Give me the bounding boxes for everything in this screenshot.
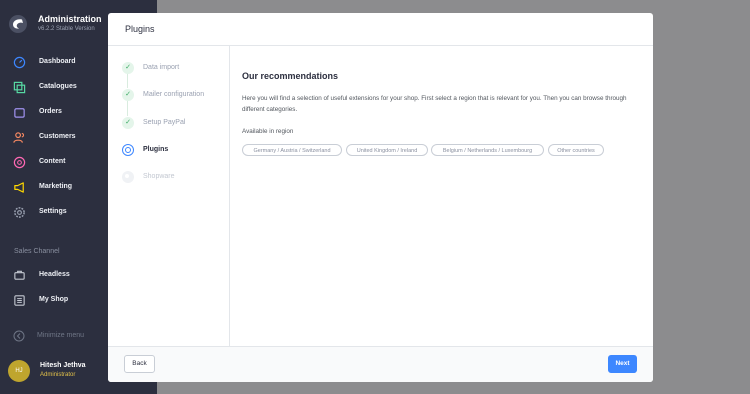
- step-setup-paypal[interactable]: ✓ Setup PayPal: [122, 117, 227, 131]
- back-button[interactable]: Back: [124, 355, 155, 373]
- nav-label-marketing: Marketing: [39, 183, 73, 190]
- step-shopware[interactable]: Shopware: [122, 171, 227, 185]
- step-label: Setup PayPal: [143, 119, 186, 126]
- app-version: v6.2.2 Stable Version: [38, 26, 95, 32]
- pending-step-icon: [122, 171, 134, 183]
- check-icon: ✓: [122, 117, 134, 129]
- region-selector: Germany / Austria / Switzerland United K…: [242, 144, 652, 158]
- minimize-menu-label: Minimize menu: [37, 332, 85, 339]
- region-chip-uk-ireland[interactable]: United Kingdom / Ireland: [346, 144, 428, 156]
- step-label: Plugins: [143, 146, 169, 153]
- plugins-content: Our recommendations Here you will find a…: [230, 46, 653, 346]
- nav-label-catalogues: Catalogues: [39, 83, 77, 90]
- sales-channel-my-shop-label: My Shop: [39, 296, 69, 303]
- step-label: Mailer configuration: [143, 91, 205, 98]
- sales-channel-headless-label: Headless: [39, 271, 70, 278]
- nav-label-content: Content: [39, 158, 66, 165]
- marketing-icon: [14, 182, 24, 193]
- content-icon: [13, 156, 26, 169]
- user-name: Hitesh Jethva: [40, 362, 86, 369]
- region-chip-benelux[interactable]: Belgium / Netherlands / Luxembourg: [431, 144, 544, 156]
- step-label: Data import: [143, 64, 180, 71]
- modal-header: Plugins: [108, 13, 653, 46]
- wizard-steps: ✓ Data import ✓ Mailer configuration ✓ S…: [108, 46, 230, 346]
- recommendations-description: Here you will find a selection of useful…: [242, 95, 627, 113]
- nav-label-orders: Orders: [39, 108, 62, 115]
- step-mailer-configuration[interactable]: ✓ Mailer configuration: [122, 89, 227, 103]
- settings-icon: [14, 207, 25, 218]
- customers-icon: [13, 132, 25, 143]
- app-name: Administration: [38, 14, 102, 24]
- region-label: Available in region: [242, 128, 294, 135]
- step-plugins[interactable]: Plugins: [122, 144, 227, 158]
- check-icon: ✓: [122, 62, 134, 74]
- headless-channel-icon: [14, 270, 25, 280]
- minimize-icon: [13, 330, 25, 342]
- user-role: Administrator: [40, 372, 76, 378]
- nav-label-dashboard: Dashboard: [39, 58, 76, 65]
- active-step-icon: [122, 144, 134, 156]
- shopware-logo-icon: [9, 15, 27, 33]
- modal-footer: Back Next: [108, 346, 653, 382]
- region-chip-dach[interactable]: Germany / Austria / Switzerland: [242, 144, 342, 156]
- step-data-import[interactable]: ✓ Data import: [122, 62, 227, 76]
- catalogues-icon: [13, 81, 26, 94]
- nav-label-customers: Customers: [39, 133, 76, 140]
- first-run-wizard-modal: Plugins ✓ Data import ✓ Mailer configura…: [108, 13, 653, 382]
- step-label: Shopware: [143, 173, 175, 180]
- region-chip-other[interactable]: Other countries: [548, 144, 604, 156]
- modal-title: Plugins: [125, 24, 155, 34]
- recommendations-title: Our recommendations: [242, 71, 339, 81]
- sales-channel-title: Sales Channel: [14, 248, 60, 255]
- next-button[interactable]: Next: [608, 355, 637, 373]
- storefront-channel-icon: [14, 295, 25, 306]
- orders-icon: [14, 108, 25, 118]
- check-icon: ✓: [122, 89, 134, 101]
- nav-label-settings: Settings: [39, 208, 67, 215]
- avatar: HJ: [8, 360, 30, 382]
- dashboard-icon: [13, 56, 26, 69]
